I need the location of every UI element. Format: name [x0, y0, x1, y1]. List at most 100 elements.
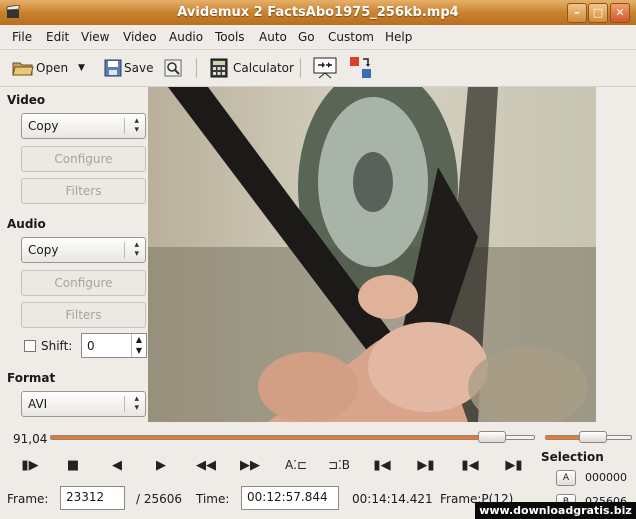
audio-section-label: Audio	[7, 217, 46, 231]
combo-divider	[124, 396, 125, 412]
frame-value: 23312	[66, 490, 105, 504]
next-frame-icon: ▶	[156, 457, 166, 473]
next-keyframe-button[interactable]: ▶▶	[239, 454, 261, 476]
goto-marker-a-button[interactable]: ▮◀	[371, 454, 393, 476]
marker-b-icon: ⊐⁚B	[327, 458, 351, 472]
video-codec-value: Copy	[28, 119, 59, 133]
combo-divider	[124, 118, 125, 134]
previous-keyframe-button[interactable]: ◀◀	[195, 454, 217, 476]
video-section-label: Video	[7, 93, 46, 107]
menu-file[interactable]: File	[12, 30, 32, 44]
properties-icon	[164, 59, 182, 77]
maximize-button[interactable]: □	[588, 3, 608, 23]
play-button[interactable]: ▮▶	[19, 454, 41, 476]
set-marker-b-button[interactable]: ⊐⁚B	[324, 454, 354, 476]
goto-end-icon: ▶▮	[417, 457, 435, 473]
properties-button[interactable]	[163, 56, 183, 80]
video-filters-button[interactable]: Filters	[21, 178, 146, 204]
rewind-icon: ◀◀	[196, 457, 216, 473]
folder-open-icon	[12, 62, 34, 76]
menu-custom[interactable]: Custom	[328, 30, 374, 44]
first-frame-icon: ▮◀	[461, 457, 479, 473]
format-select[interactable]: AVI ▴ ▾	[21, 391, 146, 417]
minimize-icon: –	[574, 6, 580, 19]
watermark: www.downloadgratis.biz	[475, 502, 636, 519]
open-button[interactable]: Open	[12, 56, 68, 80]
menu-audio[interactable]: Audio	[169, 30, 203, 44]
selection-a-value: 000000	[585, 471, 627, 484]
shift-label: Shift:	[41, 339, 73, 353]
video-codec-select[interactable]: Copy ▴ ▾	[21, 113, 146, 139]
spin-arrows-icon: ▴ ▾	[134, 394, 139, 413]
maximize-icon: □	[592, 6, 604, 19]
open-label: Open	[36, 61, 69, 75]
menu-go[interactable]: Go	[298, 30, 315, 44]
toolbar-separator	[196, 58, 197, 78]
combo-divider	[124, 242, 125, 258]
menu-tools[interactable]: Tools	[215, 30, 245, 44]
menu-view[interactable]: View	[81, 30, 109, 44]
seek-slider-handle[interactable]	[477, 431, 506, 443]
time-input[interactable]: 00:12:57.844	[241, 486, 339, 510]
toolbar: Open ▼ Save Calculator	[0, 50, 636, 87]
goto-last-frame-button[interactable]: ▶▮	[503, 454, 525, 476]
swap-view-button[interactable]	[349, 56, 373, 80]
audio-codec-select[interactable]: Copy ▴ ▾	[21, 237, 146, 263]
calculator-button[interactable]: Calculator	[209, 56, 294, 80]
format-value: AVI	[28, 397, 48, 411]
floppy-save-icon	[104, 59, 122, 77]
menu-auto[interactable]: Auto	[259, 30, 287, 44]
minimize-button[interactable]: –	[567, 3, 587, 23]
time-label: Time:	[196, 492, 230, 506]
menu-help[interactable]: Help	[385, 30, 412, 44]
swap-icon	[350, 57, 371, 78]
shift-checkbox[interactable]	[24, 340, 36, 352]
menu-edit[interactable]: Edit	[46, 30, 69, 44]
frame-total: / 25606	[136, 492, 183, 506]
goto-start-icon: ▮◀	[373, 457, 391, 473]
menu-video[interactable]: Video	[123, 30, 157, 44]
video-preview	[148, 87, 596, 422]
shift-spinbox[interactable]: 0 ▲ ▼	[81, 333, 147, 358]
open-dropdown-arrow[interactable]: ▼	[78, 56, 85, 80]
selection-label: Selection	[541, 450, 604, 464]
last-frame-icon: ▶▮	[505, 457, 523, 473]
video-configure-button[interactable]: Configure	[21, 146, 146, 172]
stop-button[interactable]: ■	[62, 454, 84, 476]
goto-first-frame-button[interactable]: ▮◀	[459, 454, 481, 476]
preview-button[interactable]	[313, 56, 337, 80]
stop-icon: ■	[66, 457, 80, 473]
seek-slider-fill	[51, 436, 491, 439]
fast-forward-icon: ▶▶	[240, 457, 260, 473]
frame-input[interactable]: 23312	[60, 486, 125, 510]
close-icon: ✕	[615, 6, 625, 19]
selection-a-button[interactable]: A	[556, 470, 576, 486]
set-marker-a-button[interactable]: A⁚⊏	[282, 454, 310, 476]
spin-arrows-icon: ▴ ▾	[134, 116, 139, 135]
close-button[interactable]: ✕	[610, 3, 630, 23]
format-section-label: Format	[7, 371, 56, 385]
title-bar: Avidemux 2 FactsAbo1975_256kb.mp4 – □ ✕	[0, 0, 636, 25]
calculator-icon	[210, 58, 228, 78]
audio-configure-button[interactable]: Configure	[21, 270, 146, 296]
selection-a-label: A	[562, 473, 570, 483]
chevron-down-icon: ▼	[78, 63, 85, 73]
goto-marker-b-button[interactable]: ▶▮	[415, 454, 437, 476]
window-title: Avidemux 2 FactsAbo1975_256kb.mp4	[177, 5, 459, 20]
save-label: Save	[124, 61, 154, 75]
seek-slider[interactable]	[50, 435, 535, 440]
video-frame-image	[148, 87, 596, 422]
total-duration: 00:14:14.421	[352, 492, 433, 506]
previous-frame-button[interactable]: ◀	[106, 454, 128, 476]
toolbar-separator	[300, 58, 301, 78]
spin-arrows-icon[interactable]: ▲ ▼	[131, 334, 146, 357]
seek-position-label: 91,04	[13, 432, 48, 446]
calculator-label: Calculator	[233, 61, 294, 75]
next-frame-button[interactable]: ▶	[150, 454, 172, 476]
volume-slider-handle[interactable]	[578, 431, 607, 443]
shift-value: 0	[87, 339, 95, 353]
audio-filters-button[interactable]: Filters	[21, 302, 146, 328]
save-button[interactable]: Save	[104, 56, 153, 80]
previous-frame-icon: ◀	[112, 457, 122, 473]
marker-a-icon: A⁚⊏	[284, 458, 308, 472]
